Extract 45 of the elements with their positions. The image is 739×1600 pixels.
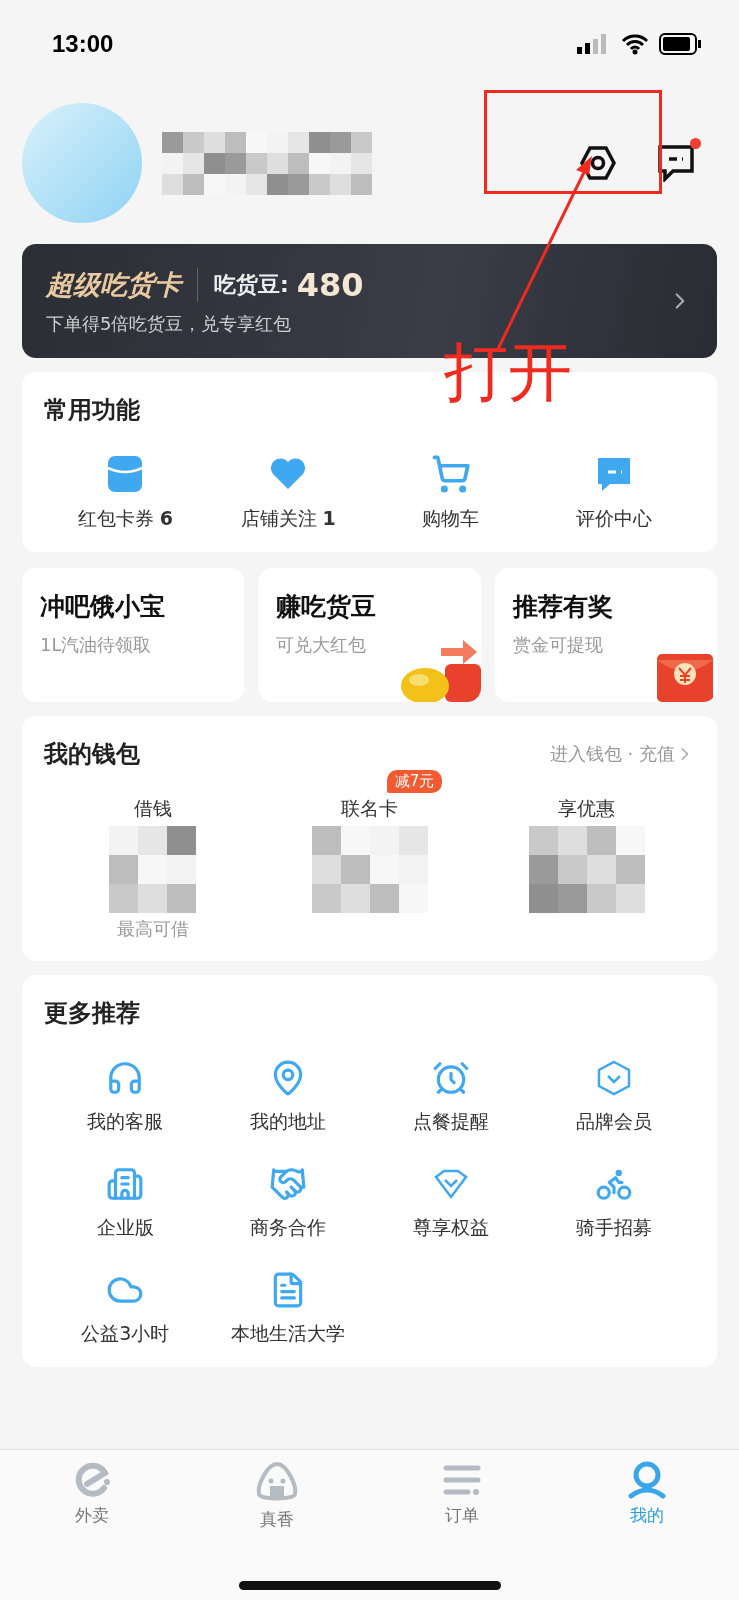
- function-item[interactable]: 评价中心: [532, 454, 695, 532]
- section-title: 常用功能: [44, 396, 140, 424]
- wallet-item[interactable]: 享优惠: [478, 796, 695, 941]
- recommend-item[interactable]: 公益3小时: [44, 1271, 207, 1347]
- recommend-item[interactable]: 我的客服: [44, 1059, 207, 1135]
- tab[interactable]: 订单: [369, 1460, 555, 1531]
- recommend-item[interactable]: 品牌会员: [532, 1059, 695, 1135]
- function-item[interactable]: 购物车: [369, 454, 533, 532]
- wifi-icon: [621, 33, 649, 55]
- promo-subtitle: 可兑大红包: [276, 633, 368, 657]
- recommend-item[interactable]: 尊享权益: [369, 1165, 533, 1241]
- promo-title: 推荐有奖: [512, 591, 614, 623]
- battery-icon: [659, 33, 701, 55]
- promo-card[interactable]: 推荐有奖 赏金可提现: [494, 568, 717, 702]
- promo-title: 冲吧饿小宝: [40, 591, 166, 623]
- tab[interactable]: 真香: [184, 1460, 370, 1531]
- promo-subtitle: 赏金可提现: [512, 633, 604, 657]
- handshake-icon: [269, 1165, 308, 1203]
- promo-card[interactable]: 冲吧饿小宝 1L汽油待领取: [22, 568, 245, 702]
- alarm-clock-icon: [431, 1059, 470, 1097]
- recommend-item[interactable]: 商务合作: [206, 1165, 370, 1241]
- recommend-item[interactable]: 本地生活大学: [206, 1271, 370, 1347]
- recommend-item[interactable]: 我的地址: [206, 1059, 370, 1135]
- user-icon: [625, 1460, 668, 1500]
- promo-subtitle: 1L汽油待领取: [40, 633, 153, 657]
- section-title: 我的钱包: [44, 739, 140, 770]
- section-title: 更多推荐: [44, 999, 140, 1027]
- wallet-item[interactable]: 借钱 最高可借: [44, 796, 261, 941]
- promo-card[interactable]: 赚吃货豆 可兑大红包: [258, 568, 481, 702]
- message-button[interactable]: [657, 144, 695, 182]
- recommend-item[interactable]: 企业版: [44, 1165, 207, 1241]
- building-icon: [106, 1165, 145, 1203]
- tab[interactable]: 外卖: [0, 1460, 185, 1531]
- promo-title: 赚吃货豆: [276, 591, 378, 623]
- vip-subtitle: 下单得5倍吃货豆，兑专享红包: [46, 312, 293, 336]
- points-value: 480: [296, 266, 364, 304]
- recommend-item[interactable]: 点餐提醒: [369, 1059, 533, 1135]
- settings-button[interactable]: [579, 144, 617, 182]
- status-time: 13:00: [52, 30, 114, 58]
- cart-icon: [430, 454, 471, 494]
- points-label: 吃货豆:: [214, 271, 289, 299]
- function-item[interactable]: 店铺关注 1: [206, 454, 370, 532]
- recommend-item[interactable]: 骑手招募: [532, 1165, 695, 1241]
- function-item[interactable]: 红包卡券 6: [44, 454, 207, 532]
- discount-badge: 减7元: [386, 770, 443, 793]
